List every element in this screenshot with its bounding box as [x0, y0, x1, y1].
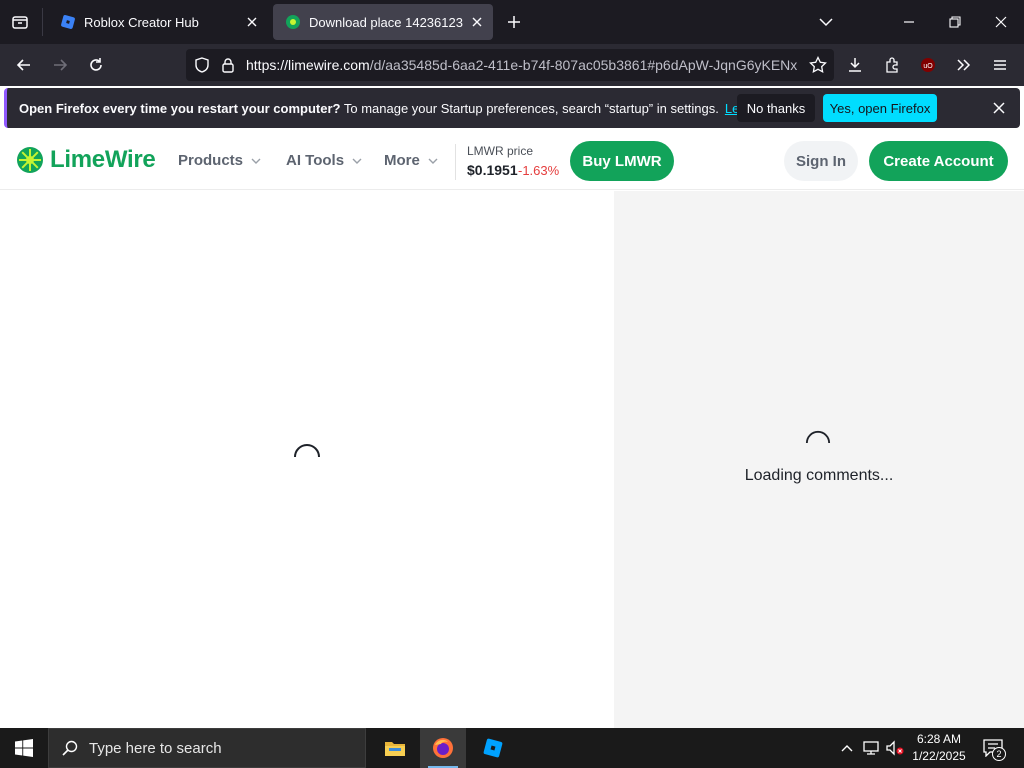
shield-icon[interactable]	[192, 55, 212, 75]
overflow-icon[interactable]	[951, 53, 975, 77]
windows-taskbar: Type here to search 6:28 AM 1/22/2025 2	[0, 728, 1024, 768]
extensions-icon[interactable]	[880, 53, 904, 77]
tab-title: Download place 14236123211.rbxl	[309, 14, 463, 30]
roblox-studio-icon[interactable]	[470, 728, 516, 768]
roblox-icon	[60, 14, 76, 30]
no-thanks-button[interactable]: No thanks	[737, 94, 815, 122]
page-content: LimeWire Products AI Tools More LMWR pri…	[0, 132, 1024, 728]
notification-message: Open Firefox every time you restart your…	[19, 100, 719, 116]
close-notification-icon[interactable]	[990, 99, 1008, 117]
download-icon[interactable]	[843, 53, 867, 77]
chevron-down-icon	[251, 156, 261, 166]
tab-list-icon[interactable]	[8, 10, 32, 34]
url-text: https://limewire.com/d/aa35485d-6aa2-411…	[246, 57, 798, 73]
chevron-down-icon	[428, 156, 438, 166]
nav-products[interactable]: Products	[178, 152, 261, 169]
limewire-icon	[285, 14, 301, 30]
tab-limewire-download[interactable]: Download place 14236123211.rbxl	[273, 4, 493, 40]
volume-muted-icon[interactable]	[884, 728, 906, 768]
clock-date: 1/22/2025	[912, 749, 966, 763]
limewire-logo-icon	[17, 147, 43, 173]
network-icon[interactable]	[860, 728, 882, 768]
url-bar[interactable]: https://limewire.com/d/aa35485d-6aa2-411…	[186, 49, 834, 81]
search-placeholder: Type here to search	[89, 739, 222, 757]
yes-open-firefox-button[interactable]: Yes, open Firefox	[823, 94, 937, 122]
nav-more[interactable]: More	[384, 152, 438, 169]
windows-start-icon[interactable]	[0, 728, 48, 768]
nav-label: More	[384, 152, 420, 169]
nav-ai-tools[interactable]: AI Tools	[286, 152, 362, 169]
brand-name: LimeWire	[50, 146, 156, 173]
loading-spinner-icon	[294, 444, 320, 458]
close-window-icon[interactable]	[989, 10, 1013, 34]
tab-title: Roblox Creator Hub	[84, 14, 199, 30]
list-all-tabs-icon[interactable]	[814, 10, 838, 34]
show-hidden-icons-icon[interactable]	[838, 728, 856, 768]
navigation-toolbar: https://limewire.com/d/aa35485d-6aa2-411…	[0, 44, 1024, 86]
tab-close-icon[interactable]	[469, 14, 485, 30]
restore-icon[interactable]	[943, 10, 967, 34]
minimize-icon[interactable]	[897, 10, 921, 34]
comments-pane: Loading comments...	[614, 191, 1024, 728]
nav-label: AI Tools	[286, 152, 345, 169]
system-clock[interactable]: 6:28 AM 1/22/2025	[906, 731, 972, 765]
star-icon[interactable]	[808, 55, 828, 75]
tab-bar: Roblox Creator Hub Download place 142361…	[0, 0, 1024, 44]
ublock-icon[interactable]: uO	[916, 53, 940, 77]
svg-text:uO: uO	[923, 63, 933, 70]
taskbar-search-box[interactable]: Type here to search	[48, 728, 366, 768]
nav-label: Products	[178, 152, 244, 169]
menu-icon[interactable]	[988, 53, 1012, 77]
reload-icon[interactable]	[84, 53, 108, 77]
chevron-down-icon	[352, 156, 362, 166]
firefox-icon[interactable]	[420, 728, 466, 768]
price-label: LMWR price	[467, 144, 534, 158]
price-value: $0.1951	[467, 162, 518, 178]
clock-time: 6:28 AM	[916, 732, 962, 746]
buy-lmwr-button[interactable]: Buy LMWR	[570, 141, 674, 181]
tab-roblox-creator-hub[interactable]: Roblox Creator Hub	[48, 4, 268, 40]
file-preview-pane	[0, 191, 613, 728]
loading-spinner-icon	[805, 431, 831, 444]
divider	[455, 144, 456, 180]
notification-count-badge: 2	[992, 747, 1006, 761]
startup-notification-bar: Open Firefox every time you restart your…	[4, 88, 1020, 128]
lock-icon[interactable]	[218, 55, 238, 75]
search-icon	[61, 739, 79, 757]
create-account-button[interactable]: Create Account	[869, 141, 1008, 181]
file-explorer-icon[interactable]	[372, 728, 418, 768]
price-change: -1.63%	[518, 163, 560, 178]
tab-close-icon[interactable]	[244, 14, 260, 30]
loading-comments-text: Loading comments...	[744, 467, 894, 484]
forward-icon[interactable]	[48, 53, 72, 77]
sign-in-button[interactable]: Sign In	[784, 141, 858, 181]
limewire-logo[interactable]: LimeWire	[16, 146, 156, 174]
site-header: LimeWire Products AI Tools More LMWR pri…	[0, 132, 1024, 190]
new-tab-icon[interactable]	[503, 11, 525, 33]
back-icon[interactable]	[12, 53, 36, 77]
tab-separator	[42, 8, 43, 36]
